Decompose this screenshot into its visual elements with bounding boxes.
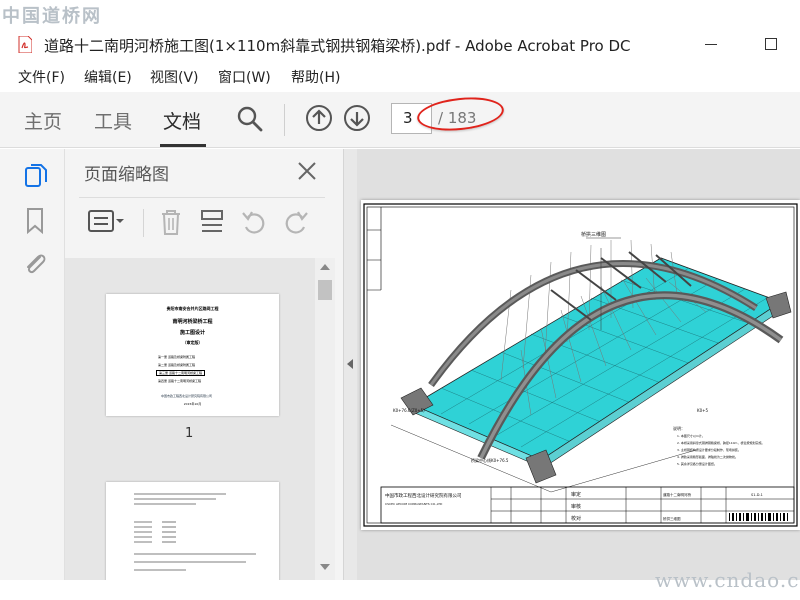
thumb-line1: 贵阳市南安合并片区路网工程	[166, 306, 219, 311]
active-tab-indicator	[160, 144, 206, 147]
page-thumbnail-2[interactable]	[106, 482, 279, 580]
close-icon[interactable]	[295, 159, 319, 183]
title-block-drawing-no: S1-D-1	[751, 493, 763, 497]
thumb-item: 第四册 道路十二南明河桥梁工程	[158, 379, 201, 383]
options-icon[interactable]	[87, 207, 127, 237]
thumbnail-scrollbar[interactable]	[315, 258, 335, 580]
scroll-thumb[interactable]	[318, 280, 332, 300]
tab-tools[interactable]: 工具	[94, 107, 132, 134]
menu-help[interactable]: 帮助(H)	[291, 67, 340, 87]
right-station-label: K0+5	[697, 408, 709, 413]
bridge-drawing: 桥拱三维图 K0+76.6(Z0+5) 桥梁中心线K0+76.5 K0+5 说明…	[363, 203, 798, 527]
scroll-down-arrow[interactable]	[320, 564, 330, 570]
menu-file[interactable]: 文件(F)	[18, 67, 65, 87]
thumb-item: 第三册 道路十二南明河桥梁工程	[156, 370, 205, 376]
rotate-ccw-icon[interactable]	[240, 207, 268, 237]
tab-document[interactable]: 文档	[163, 107, 201, 134]
thumb-line4: （审定版）	[182, 340, 203, 345]
pdf-file-icon	[18, 36, 32, 53]
thumbnail-list[interactable]: 贵阳市南安合并片区路网工程 南明河桥梁桥工程 施工图设计 （审定版） 第一册 道…	[65, 258, 315, 580]
note-line: 2. 本桥采用斜靠式钢拱钢箱梁桥，跨径110m，桥宽按规划实施。	[677, 440, 764, 445]
notes-title: 说明：	[673, 425, 685, 431]
title-block-field: 校对	[571, 515, 581, 522]
note-line: 5. 其余详见各分册设计图纸。	[677, 461, 717, 466]
document-page[interactable]: 桥拱三维图 K0+76.6(Z0+5) 桥梁中心线K0+76.5 K0+5 说明…	[361, 200, 800, 530]
note-line: 1. 本图尺寸以m计。	[677, 433, 705, 438]
title-block-drawing-name: 桥拱三维图	[663, 516, 681, 521]
centerline-label: 桥梁中心线K0+76.5	[471, 457, 509, 463]
watermark-top: 中国道桥网	[2, 6, 102, 27]
menu-window[interactable]: 窗口(W)	[218, 67, 271, 87]
window-title: 道路十二南明河桥施工图(1×110m斜靠式钢拱钢箱梁桥).pdf - Adobe…	[44, 37, 631, 55]
note-line: 3. 主桥钢结构按设计要求分段制作，现场拼装。	[677, 447, 741, 452]
title-block-company-en: CSCEC AECOM CONSULTANTS CO.,LTD	[385, 502, 443, 506]
tab-home[interactable]: 主页	[24, 107, 62, 134]
thumb-footer: 中国市政工程西北设计研究院有限公司	[161, 394, 213, 398]
thumbnail-1-label: 1	[185, 426, 194, 441]
left-station-label: K0+76.6(Z0+5)	[393, 408, 425, 413]
menu-view[interactable]: 视图(V)	[150, 67, 199, 87]
title-bar: 道路十二南明河桥施工图(1×110m斜靠式钢拱钢箱梁桥).pdf - Adobe…	[0, 28, 800, 62]
maximize-button[interactable]	[765, 38, 777, 50]
thumb-date: 2015年10月	[183, 402, 202, 406]
left-rail	[0, 149, 65, 600]
toolbar: 主页 工具 文档 3 / 183	[0, 92, 800, 148]
thumb-line3: 施工图设计	[179, 330, 205, 336]
page-thumbnail-1[interactable]: 贵阳市南安合并片区路网工程 南明河桥梁桥工程 施工图设计 （审定版） 第一册 道…	[106, 294, 279, 416]
thumb-line2: 南明河桥梁桥工程	[172, 319, 213, 325]
menu-bar: 文件(F) 编辑(E) 视图(V) 窗口(W) 帮助(H)	[0, 62, 800, 90]
scroll-up-arrow[interactable]	[320, 264, 330, 270]
minimize-button[interactable]	[705, 44, 717, 45]
barcode	[729, 513, 788, 521]
title-block-field: 审定	[571, 491, 581, 498]
panel-divider	[79, 197, 325, 198]
page-thumbnails-icon[interactable]	[22, 161, 50, 191]
note-line: 4. 拱肋采用箱形截面，拱轴线为二次抛物线。	[677, 454, 738, 459]
page-down-icon[interactable]	[343, 104, 371, 132]
thumb-item: 第一册 道路及桥梁附属工程	[158, 355, 195, 359]
title-block-sheet-title: 道路十二南明河桥	[663, 492, 691, 497]
thumb-page-2-text-lines	[134, 493, 256, 571]
panel-title: 页面缩略图	[84, 165, 169, 185]
section-label: 桥拱三维图	[581, 231, 606, 238]
page-up-icon[interactable]	[305, 104, 333, 132]
watermark-bottom: www.cndao.com	[655, 568, 800, 592]
menu-edit[interactable]: 编辑(E)	[84, 67, 132, 87]
rotate-cw-icon[interactable]	[282, 207, 310, 237]
thumb-item: 第二册 道路及桥梁附属工程	[158, 363, 195, 367]
collapse-arrow-icon[interactable]	[347, 359, 353, 369]
extract-icon[interactable]	[198, 207, 226, 237]
title-block-company: 中国市政工程西北设计研究院有限公司	[385, 492, 462, 499]
panel-collapse-bar[interactable]	[343, 149, 357, 580]
attachment-icon[interactable]	[22, 249, 48, 279]
toolbar-separator	[284, 104, 285, 136]
delete-icon[interactable]	[158, 207, 184, 237]
panel-separator	[143, 209, 144, 237]
title-block-field: 审核	[571, 503, 581, 510]
bookmark-icon[interactable]	[25, 207, 45, 235]
search-icon[interactable]	[236, 105, 264, 133]
